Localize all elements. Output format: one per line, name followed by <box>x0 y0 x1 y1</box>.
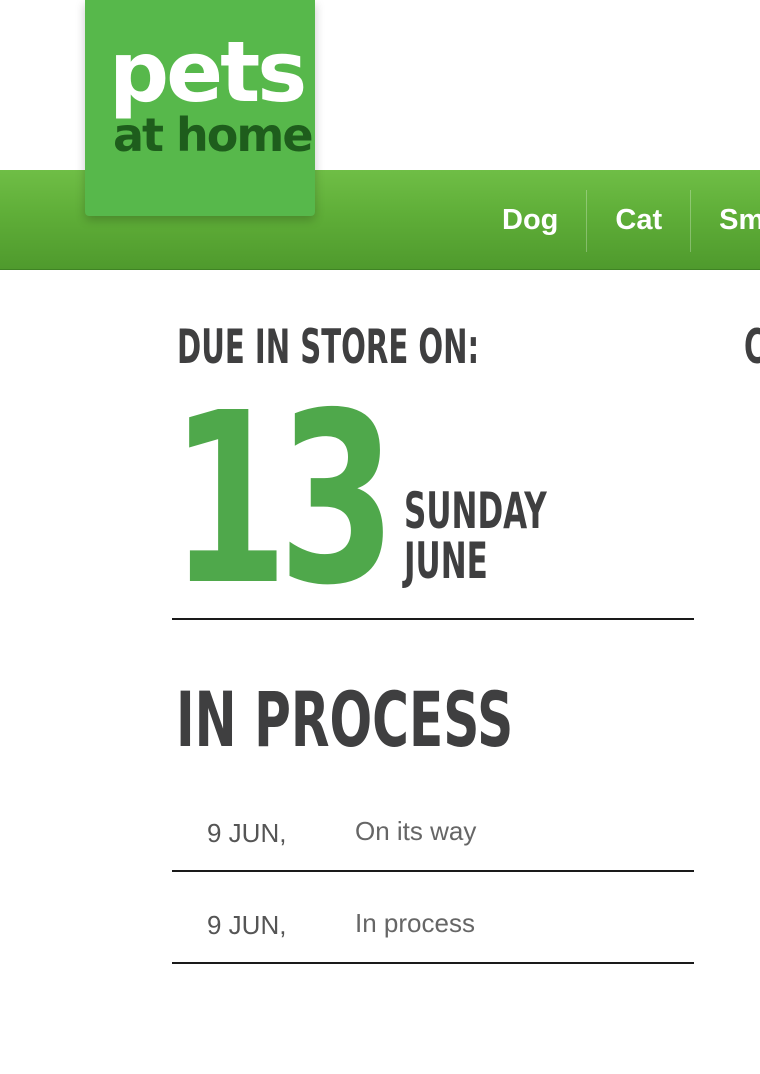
due-weekday: SUNDAY <box>404 482 547 540</box>
event-date: 9 JUN, <box>207 910 287 940</box>
nav-item-dog[interactable]: Dog <box>474 170 586 270</box>
nav-item-cat[interactable]: Cat <box>587 170 690 270</box>
logo-text-at-home: at home <box>113 108 314 162</box>
status-event-row: 9 JUN, On its way <box>172 780 694 872</box>
row-divider <box>172 962 694 964</box>
event-date: 9 JUN, <box>207 818 287 848</box>
event-description: In process <box>355 908 475 938</box>
order-status-title: IN PROCESS <box>176 675 514 764</box>
right-column-heading: C <box>744 322 760 374</box>
pets-at-home-logo[interactable]: pets at home <box>85 0 315 216</box>
nav-item-small-pet[interactable]: Sm <box>691 170 760 270</box>
due-month: JUNE <box>404 532 488 590</box>
main-nav: Dog Cat Sm <box>474 170 760 270</box>
event-description: On its way <box>355 816 477 846</box>
section-divider <box>172 618 694 620</box>
logo-text-pets: pets <box>109 23 307 121</box>
order-tracking-page: Dog Cat Sm pets at home DUE IN STORE ON:… <box>0 0 760 1074</box>
due-day-number: 13 <box>170 362 396 637</box>
status-event-row: 9 JUN, In process <box>172 872 694 964</box>
